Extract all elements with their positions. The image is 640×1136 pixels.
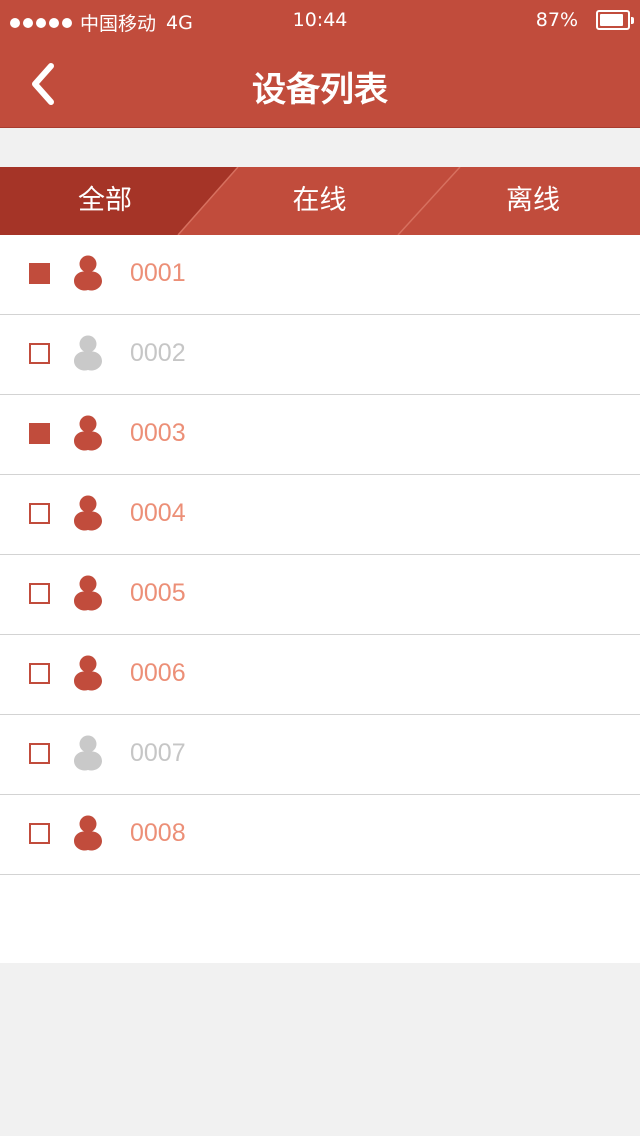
device-row[interactable]: 0001 [0,235,640,315]
tab-online[interactable]: 在线 [213,167,426,235]
user-icon [74,655,102,691]
user-icon [74,415,102,451]
device-id: 0006 [130,659,186,687]
device-checkbox[interactable] [29,343,50,364]
device-row[interactable]: 0003 [0,395,640,475]
device-id: 0003 [130,419,186,447]
filter-tabs: 全部 在线 离线 [0,167,640,235]
nav-bar: 设备列表 [0,40,640,128]
device-row[interactable]: 0007 [0,715,640,795]
device-row[interactable]: 0002 [0,315,640,395]
page-title: 设备列表 [252,70,388,110]
tab-all[interactable]: 全部 [0,167,210,235]
device-checkbox[interactable] [29,423,50,444]
device-checkbox[interactable] [29,503,50,524]
user-icon [74,815,102,851]
device-checkbox[interactable] [29,583,50,604]
device-row[interactable]: 0004 [0,475,640,555]
tab-offline[interactable]: 离线 [426,167,640,235]
battery-icon [596,10,634,30]
user-icon [74,335,102,371]
device-row[interactable]: 0008 [0,795,640,875]
user-icon [74,255,102,291]
device-id: 0008 [130,819,186,847]
device-row[interactable]: 0006 [0,635,640,715]
user-icon [74,735,102,771]
user-icon [74,575,102,611]
device-checkbox[interactable] [29,263,50,284]
device-id: 0002 [130,339,186,367]
device-checkbox[interactable] [29,663,50,684]
device-id: 0005 [130,579,186,607]
device-row[interactable]: 0005 [0,555,640,635]
device-id: 0007 [130,739,186,767]
device-checkbox[interactable] [29,743,50,764]
battery-percent: 87% [535,9,578,31]
user-icon [74,495,102,531]
status-bar: 中国移动 4G 10:44 87% [0,0,640,40]
device-id: 0004 [130,499,186,527]
device-checkbox[interactable] [29,823,50,844]
device-id: 0001 [130,259,186,287]
device-list: 0001 0002 0003 0004 0005 0006 0007 0008 [0,235,640,963]
